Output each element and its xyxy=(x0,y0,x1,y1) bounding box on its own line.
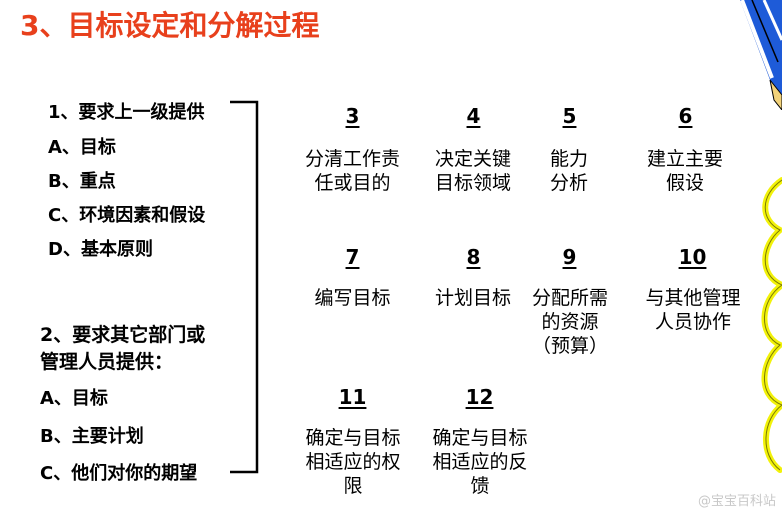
squiggle-decoration xyxy=(761,177,782,473)
page-title: 3、目标设定和分解过程 xyxy=(20,9,320,42)
bracket-connector xyxy=(230,100,259,474)
step-9-number: 9 xyxy=(562,245,577,269)
step-4-number: 4 xyxy=(466,104,481,128)
step-8-number: 8 xyxy=(466,245,481,269)
group2-heading-line2: 管理人员提供： xyxy=(40,351,174,373)
step-12-number: 12 xyxy=(465,385,494,409)
step-7-number: 7 xyxy=(345,245,360,269)
step-4-text: 决定关键 目标领域 xyxy=(434,148,511,194)
group1-item-b: B、重点 xyxy=(48,171,116,192)
pencil-decoration xyxy=(740,0,782,110)
step-10-number: 10 xyxy=(678,245,707,269)
step-8-text: 计划目标 xyxy=(434,287,511,309)
watermark: @宝宝百科站 xyxy=(697,494,776,509)
step-6-number: 6 xyxy=(678,104,693,128)
group1-item-d: D、基本原则 xyxy=(48,239,153,260)
step-7-text: 编写目标 xyxy=(314,287,391,309)
group2-heading-line1: 2、要求其它部门或 xyxy=(40,324,206,346)
group2-item-a: A、目标 xyxy=(40,388,108,409)
group2-item-b: B、主要计划 xyxy=(40,426,144,447)
step-3-number: 3 xyxy=(345,104,360,128)
step-11-number: 11 xyxy=(338,385,367,409)
group1-item-a: A、目标 xyxy=(48,137,116,158)
group2-item-c: C、他们对你的期望 xyxy=(40,463,198,484)
group1-heading: 1、要求上一级提供 xyxy=(48,102,205,123)
step-6-text: 建立主要 假设 xyxy=(646,148,723,194)
step-3-text: 分清工作责 任或目的 xyxy=(304,148,400,194)
step-11-text: 确定与目标 相适应的权 限 xyxy=(305,427,401,497)
step-12-text: 确定与目标 相适应的反 馈 xyxy=(432,427,528,497)
step-5-number: 5 xyxy=(562,104,577,128)
step-10-text: 与其他管理 人员协作 xyxy=(645,287,741,333)
step-5-text: 能力 分析 xyxy=(549,148,588,194)
step-9-text: 分配所需 的资源 （预算） xyxy=(531,287,608,357)
group1-item-c: C、环境因素和假设 xyxy=(48,205,206,226)
